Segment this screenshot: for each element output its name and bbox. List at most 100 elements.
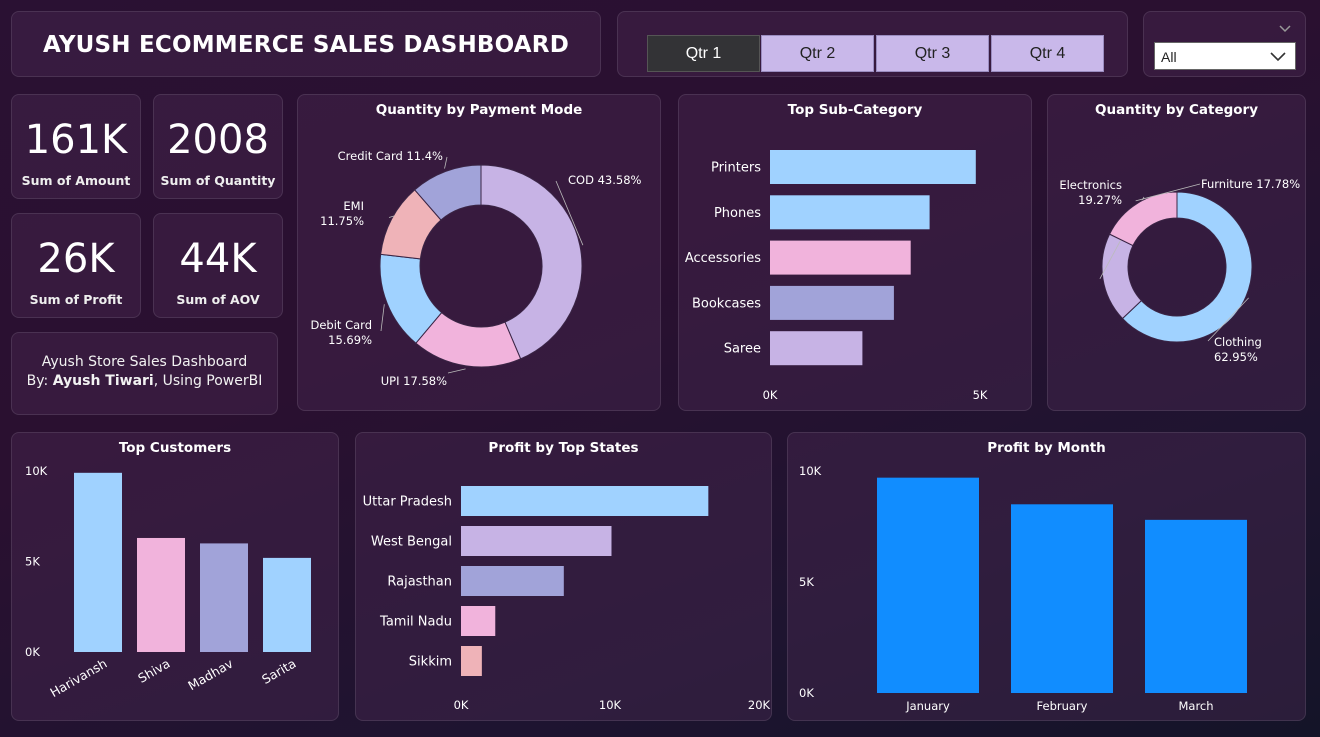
category-label-uttar-pradesh: Uttar Pradesh [363, 495, 452, 510]
axis-tick-5k: 5K [973, 388, 988, 402]
kpi-aov-card: 44K Sum of AOV [153, 213, 283, 318]
month-chart-title: Profit by Month [987, 440, 1106, 456]
axis-tick-5k: 5K [25, 555, 40, 569]
bar-tamil-nadu[interactable] [461, 606, 496, 636]
axis-tick-0k: 0K [799, 686, 814, 700]
category-label-sikkim: Sikkim [409, 655, 452, 670]
category-label-west-bengal: West Bengal [371, 535, 452, 550]
kpi-profit-label: Sum of Profit [29, 292, 123, 307]
axis-tick-10k: 10K [799, 464, 822, 478]
category-label-madhav: Madhav [185, 655, 236, 693]
bar-uttar-pradesh[interactable] [461, 486, 709, 516]
donut-label-electronics: Electronics [1059, 178, 1122, 192]
quarter-button-q1[interactable]: Qtr 1 [647, 35, 760, 72]
category-label-march: March [1178, 699, 1213, 713]
quarter-button-q4[interactable]: Qtr 4 [991, 35, 1104, 72]
category-label-phones: Phones [714, 206, 761, 221]
donut-label-furniture: Furniture 17.78% [1201, 177, 1300, 191]
axis-tick-0k: 0K [25, 645, 40, 659]
donut-label-emi: EMI [343, 199, 364, 213]
kpi-quantity-value: 2008 [167, 117, 269, 163]
customers-chart-title: Top Customers [118, 440, 232, 456]
payment-mode-chart-card: Quantity by Payment Mode COD 43.58% UPI 1… [297, 94, 661, 411]
dashboard-title-card: AYUSH ECOMMERCE SALES DASHBOARD [11, 11, 601, 77]
sub-category-bar-chart: Printers Phones Accessories Bookcases Saree 0… [685, 150, 988, 402]
payment-mode-donut: COD 43.58% UPI 17.58% Debit Card15.69% EMI1… [311, 149, 642, 388]
quarter-button-q3[interactable]: Qtr 3 [876, 35, 989, 72]
kpi-aov-label: Sum of AOV [176, 292, 260, 307]
bar-february[interactable] [1011, 504, 1113, 693]
category-label-printers: Printers [711, 161, 761, 176]
leader-line [380, 304, 385, 332]
states-chart-card: Profit by Top States Uttar Pradesh West B… [355, 432, 772, 721]
axis-tick-20k: 20K [748, 698, 771, 712]
category-donut: Clothing62.95% Electronics19.27% Furniture… [1059, 177, 1300, 364]
bar-shiva[interactable] [137, 537, 185, 652]
category-label-rajasthan: Rajasthan [387, 575, 452, 590]
kpi-aov-value: 44K [179, 236, 257, 282]
bar-madhav[interactable] [200, 543, 248, 652]
category-label-harivansh: Harivansh [47, 656, 109, 701]
donut-label-upi: UPI 17.58% [381, 374, 447, 388]
customers-chart-card: Top Customers 0K 5K 10K Harivansh Shiva Madha… [11, 432, 339, 721]
axis-tick-0k: 0K [763, 388, 778, 402]
bar-accessories[interactable] [770, 240, 911, 275]
dropdown-slicer: All [1143, 11, 1306, 77]
category-label-sarita: Sarita [259, 656, 298, 687]
kpi-profit-card: 26K Sum of Profit [11, 213, 141, 318]
category-label-bookcases: Bookcases [692, 296, 761, 311]
bar-rajasthan[interactable] [461, 566, 564, 596]
bar-saree[interactable] [770, 331, 863, 366]
note-tail: , Using PowerBI [153, 373, 263, 389]
note-line-1: Ayush Store Sales Dashboard [41, 354, 248, 370]
category-label-tamil-nadu: Tamil Nadu [379, 615, 452, 630]
dropdown-select[interactable]: All [1154, 42, 1296, 70]
note-line-2: By: Ayush Tiwari, Using PowerBI [12, 372, 277, 391]
donut-label-debit-card: 15.69% [328, 333, 372, 347]
bar-sarita[interactable] [263, 557, 311, 652]
kpi-amount-label: Sum of Amount [21, 173, 131, 188]
note-by: By: [26, 373, 53, 389]
payment-chart-title: Quantity by Payment Mode [375, 102, 583, 118]
dashboard-title: AYUSH ECOMMERCE SALES DASHBOARD [43, 32, 569, 58]
axis-tick-5k: 5K [799, 575, 814, 589]
states-bar-chart: Uttar Pradesh West Bengal Rajasthan Tamil N… [363, 486, 771, 712]
kpi-quantity-label: Sum of Quantity [160, 173, 276, 188]
states-chart-title: Profit by Top States [488, 440, 639, 456]
slicer-chevron-icon[interactable] [1279, 18, 1291, 37]
kpi-amount-card: 161K Sum of Amount [11, 94, 141, 199]
bar-january[interactable] [877, 477, 979, 693]
dropdown-value: All [1161, 49, 1177, 65]
bar-sikkim[interactable] [461, 646, 482, 676]
leader-line [447, 368, 466, 374]
donut-label-credit-card: Credit Card 11.4% [338, 149, 443, 163]
category-label-accessories: Accessories [685, 251, 761, 266]
axis-tick-10k: 10K [599, 698, 622, 712]
month-chart-card: Profit by Month 0K 5K 10K January February Ma… [787, 432, 1306, 721]
quarter-slicer: Qtr 1 Qtr 2 Qtr 3 Qtr 4 [617, 11, 1128, 77]
bar-west-bengal[interactable] [461, 526, 612, 556]
category-label-saree: Saree [724, 342, 761, 357]
bar-phones[interactable] [770, 195, 930, 230]
donut-label-clothing: 62.95% [1214, 350, 1258, 364]
bar-printers[interactable] [770, 150, 976, 184]
kpi-quantity-card: 2008 Sum of Quantity [153, 94, 283, 199]
subcat-chart-title: Top Sub-Category [787, 102, 923, 118]
category-label-january: January [905, 699, 950, 713]
bar-bookcases[interactable] [770, 285, 894, 320]
leader-line [444, 156, 448, 169]
kpi-profit-value: 26K [37, 236, 115, 282]
customers-bar-chart: 0K 5K 10K Harivansh Shiva Madhav Sarita [25, 464, 311, 701]
donut-label-clothing: Clothing [1214, 335, 1262, 349]
axis-tick-10k: 10K [25, 464, 48, 478]
bar-harivansh[interactable] [74, 472, 122, 652]
quarter-button-q2[interactable]: Qtr 2 [761, 35, 874, 72]
category-chart-title: Quantity by Category [1094, 102, 1259, 118]
donut-label-emi: 11.75% [320, 214, 364, 228]
chevron-down-icon [1269, 47, 1287, 68]
donut-label-electronics: 19.27% [1078, 193, 1122, 207]
bar-march[interactable] [1145, 519, 1247, 693]
donut-slice-electronics[interactable] [1101, 233, 1143, 320]
kpi-amount-value: 161K [24, 117, 128, 163]
donut-label-debit-card: Debit Card [311, 318, 373, 332]
